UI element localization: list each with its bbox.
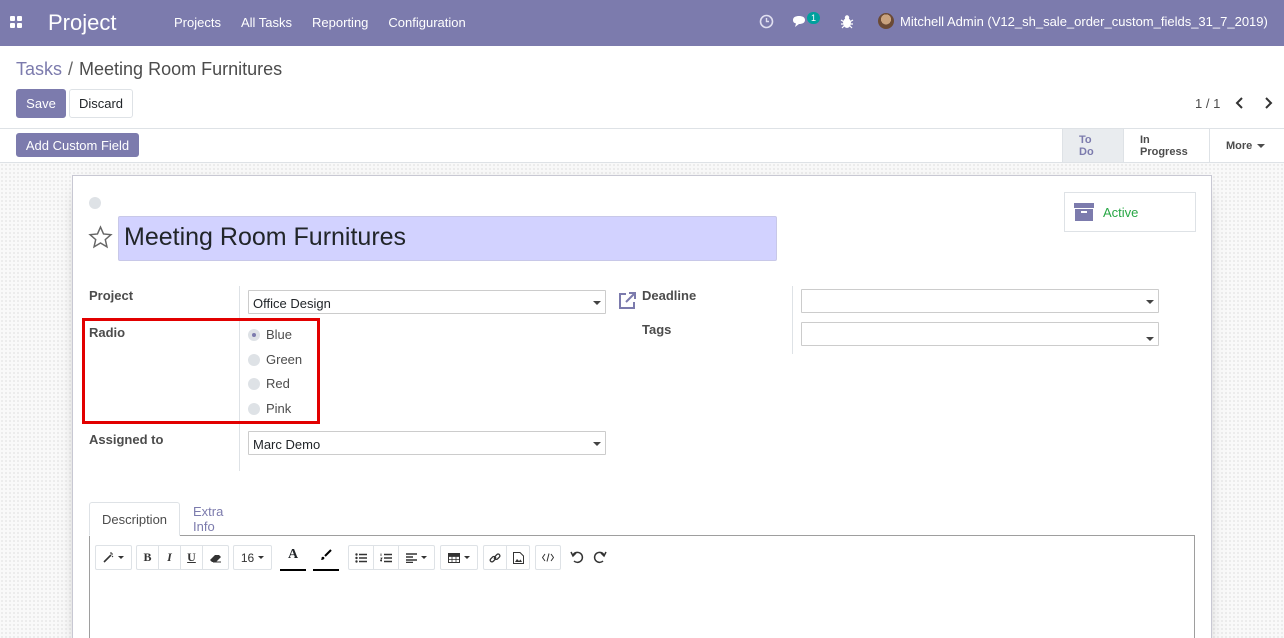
insert-group	[483, 545, 530, 570]
app-title[interactable]: Project	[48, 10, 116, 36]
font-size-button[interactable]: 16	[234, 546, 271, 569]
clock-icon[interactable]	[759, 14, 774, 29]
chevron-right-icon[interactable]	[1262, 97, 1274, 109]
highlight-color-button[interactable]	[313, 541, 339, 571]
dropdown-caret-icon	[1146, 337, 1154, 341]
dropdown-caret-icon	[593, 442, 601, 446]
dropdown-caret-icon	[593, 301, 601, 305]
project-value: Office Design	[253, 296, 331, 311]
field-divider	[792, 286, 793, 354]
assigned-to-label: Assigned to	[89, 432, 164, 447]
link-icon[interactable]	[484, 546, 507, 569]
code-view-button[interactable]	[535, 545, 561, 570]
deadline-label: Deadline	[642, 288, 697, 303]
brush-icon	[321, 549, 332, 560]
table-dropdown[interactable]	[440, 545, 478, 570]
archive-icon	[1074, 203, 1094, 221]
breadcrumb-current: Meeting Room Furnitures	[79, 59, 283, 79]
external-link-icon[interactable]	[618, 291, 637, 310]
stage-to-do[interactable]: To Do	[1062, 129, 1123, 162]
tab-extra-info[interactable]: Extra Info	[181, 502, 235, 536]
chat-icon[interactable]	[792, 15, 808, 28]
user-menu[interactable]: Mitchell Admin (V12_sh_sale_order_custom…	[878, 13, 1268, 29]
menu-configuration[interactable]: Configuration	[378, 15, 475, 30]
add-custom-field-button[interactable]: Add Custom Field	[16, 133, 139, 157]
underline-button[interactable]: U	[181, 546, 203, 569]
project-label: Project	[89, 288, 134, 303]
assigned-to-select[interactable]: Marc Demo	[248, 431, 606, 455]
align-dropdown-icon[interactable]	[399, 546, 434, 569]
stage-label: In Progress	[1140, 133, 1188, 158]
magic-wand-icon[interactable]	[96, 546, 131, 569]
star-icon[interactable]	[88, 225, 113, 250]
avatar	[878, 13, 894, 29]
stage-bar: To Do In Progress More	[1062, 129, 1284, 162]
user-name: Mitchell Admin (V12_sh_sale_order_custom…	[900, 13, 1268, 29]
menu-reporting[interactable]: Reporting	[302, 15, 378, 30]
redo-icon[interactable]	[592, 549, 608, 565]
assigned-to-value: Marc Demo	[253, 437, 321, 452]
top-navbar: Project Projects All Tasks Reporting Con…	[0, 0, 1284, 46]
deadline-select[interactable]	[801, 289, 1159, 313]
apps-grid-icon[interactable]	[10, 16, 22, 28]
numbered-list-icon[interactable]	[374, 546, 399, 569]
active-label: Active	[1103, 204, 1139, 220]
dropdown-caret-icon	[1146, 300, 1154, 304]
chevron-left-icon[interactable]	[1234, 97, 1246, 109]
tags-label: Tags	[642, 322, 672, 337]
breadcrumb-separator: /	[68, 59, 74, 79]
statusbar: Add Custom Field To Do In Progress More	[0, 128, 1284, 163]
discard-button[interactable]: Discard	[69, 89, 133, 118]
italic-button[interactable]: I	[159, 546, 181, 569]
tags-select[interactable]	[801, 322, 1159, 346]
table-icon[interactable]	[441, 546, 477, 569]
code-icon[interactable]	[536, 546, 560, 569]
stage-more-dropdown[interactable]: More	[1209, 129, 1284, 162]
breadcrumb: Tasks / Meeting Room Furnitures	[16, 59, 282, 80]
style-dropdown[interactable]	[95, 545, 132, 570]
stage-label: More	[1226, 139, 1253, 152]
bullet-list-icon[interactable]	[349, 546, 374, 569]
stage-in-progress[interactable]: In Progress	[1123, 129, 1209, 162]
menu-projects[interactable]: Projects	[164, 15, 231, 30]
font-size-value: 16	[240, 550, 255, 565]
breadcrumb-tasks[interactable]: Tasks	[16, 59, 62, 79]
undo-icon[interactable]	[569, 549, 585, 565]
kanban-state-dot[interactable]	[89, 197, 101, 209]
pager-value[interactable]: 1 / 1	[1195, 96, 1220, 111]
bold-button[interactable]: B	[137, 546, 159, 569]
annotation-highlight-box	[82, 318, 320, 424]
font-style-group: B I U	[136, 545, 229, 570]
tab-description[interactable]: Description	[89, 502, 180, 536]
task-title-input[interactable]: Meeting Room Furnitures	[118, 216, 777, 261]
save-button[interactable]: Save	[16, 89, 66, 118]
project-select[interactable]: Office Design	[248, 290, 606, 314]
image-icon[interactable]	[507, 546, 529, 569]
paragraph-group	[348, 545, 435, 570]
bug-icon[interactable]	[840, 14, 854, 29]
caret-down-icon	[1257, 143, 1266, 148]
font-size-dropdown[interactable]: 16	[233, 545, 272, 570]
text-color-button[interactable]: A	[280, 541, 306, 571]
active-toggle-button[interactable]: Active	[1064, 192, 1196, 232]
main-menu: Projects All Tasks Reporting Configurati…	[164, 15, 476, 30]
menu-all-tasks[interactable]: All Tasks	[231, 15, 302, 30]
eraser-icon[interactable]	[203, 546, 228, 569]
chat-badge: 1	[807, 12, 821, 24]
stage-label: To Do	[1079, 133, 1094, 158]
